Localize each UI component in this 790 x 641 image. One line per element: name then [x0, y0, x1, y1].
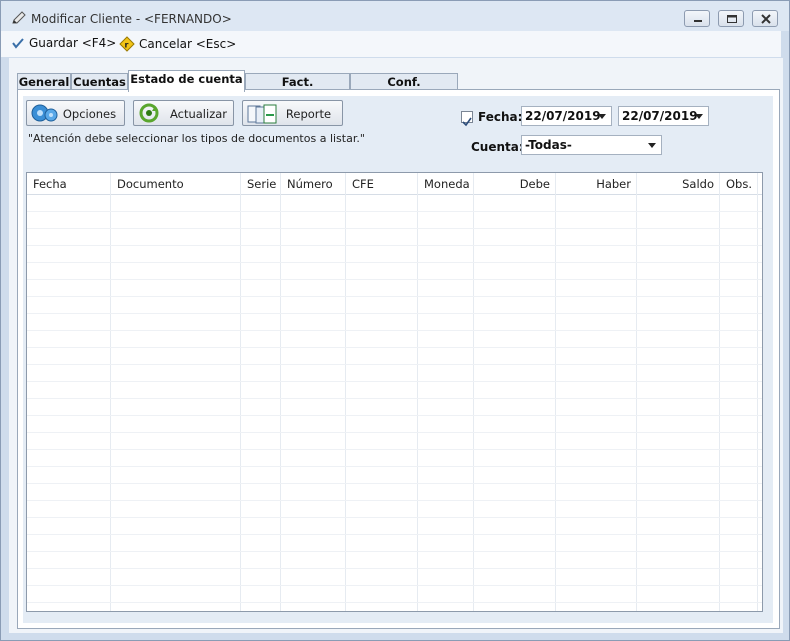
tab-general[interactable]: General — [17, 73, 71, 90]
grid-row-line — [27, 585, 762, 586]
grid-column — [111, 173, 241, 611]
grid-row-line — [27, 551, 762, 552]
svg-text:r: r — [125, 41, 129, 50]
dropdown-arrow-icon — [648, 143, 656, 148]
grid-row-line — [27, 347, 762, 348]
tab-cuentas[interactable]: Cuentas — [71, 73, 128, 90]
cancel-button[interactable]: r Cancelar <Esc> — [119, 36, 236, 52]
options-label: Opciones — [62, 107, 117, 121]
fecha-label: Fecha: — [478, 110, 523, 124]
grid-column — [241, 173, 281, 611]
tab-fact-pendientes[interactable]: Fact. Pendientes — [245, 73, 350, 105]
grid-row-line — [27, 330, 762, 331]
grid-column — [720, 173, 758, 611]
grid-row-line — [27, 211, 762, 212]
grid-column — [556, 173, 637, 611]
grid-row-line — [27, 313, 762, 314]
minimize-button[interactable] — [684, 10, 710, 27]
fecha-checkbox[interactable] — [461, 111, 473, 127]
grid-row-line — [27, 296, 762, 297]
grid-column — [281, 173, 346, 611]
grid-row-line — [27, 483, 762, 484]
report-label: Reporte — [285, 107, 332, 121]
fecha-to-value: 22/07/2019 — [622, 109, 698, 123]
refresh-label: Actualizar — [169, 107, 228, 121]
tab-estado-de-cuenta[interactable]: Estado de cuenta — [128, 70, 245, 92]
grid-column — [346, 173, 418, 611]
grid-row-line — [27, 245, 762, 246]
grid-row-line — [27, 279, 762, 280]
content-area: General Cuentas Estado de cuenta Fact. P… — [9, 58, 783, 633]
cuenta-select[interactable]: -Todas- — [521, 135, 662, 155]
maximize-button[interactable] — [718, 10, 744, 27]
dropdown-arrow-icon — [598, 114, 606, 119]
client-edit-window: Modificar Cliente - <FERNANDO> Guardar <… — [0, 0, 790, 641]
grid-row-line — [27, 568, 762, 569]
title-bar: Modificar Cliente - <FERNANDO> — [1, 1, 789, 31]
checkmark-icon — [12, 38, 24, 49]
options-button[interactable]: Opciones — [26, 100, 125, 126]
fecha-from-picker[interactable]: 22/07/2019 — [521, 106, 612, 126]
grid-row-line — [27, 398, 762, 399]
grid-column — [418, 173, 474, 611]
report-button[interactable]: Reporte — [242, 100, 343, 126]
save-button[interactable]: Guardar <F4> — [11, 36, 116, 50]
command-bar: Guardar <F4> r Cancelar <Esc> — [1, 31, 781, 57]
cuenta-label: Cuenta: — [471, 140, 524, 154]
grid-column — [637, 173, 720, 611]
grid-column — [27, 173, 111, 611]
tab-conf-electronica[interactable]: Conf. Electrónica — [350, 73, 458, 105]
fecha-from-value: 22/07/2019 — [525, 109, 601, 123]
save-label: Guardar <F4> — [29, 36, 117, 50]
dropdown-arrow-icon — [695, 114, 703, 119]
grid-row-line — [27, 466, 762, 467]
maximize-icon — [727, 15, 737, 23]
grid-row-line — [27, 517, 762, 518]
close-icon — [761, 14, 771, 24]
minimize-icon — [694, 20, 702, 22]
grid-row-line — [27, 381, 762, 382]
grid-row-line — [27, 500, 762, 501]
instruction-note: "Atención debe seleccionar los tipos de … — [28, 132, 365, 145]
grid-row-line — [27, 364, 762, 365]
grid-column — [474, 173, 556, 611]
grid-row-line — [27, 602, 762, 603]
pencil-icon — [11, 10, 27, 24]
cancel-label: Cancelar <Esc> — [139, 37, 237, 51]
grid-row-line — [27, 262, 762, 263]
grid-row-line — [27, 228, 762, 229]
grid-row-line — [27, 534, 762, 535]
grid-row-line — [27, 432, 762, 433]
grid-row-line — [27, 415, 762, 416]
cuenta-value: -Todas- — [525, 138, 572, 152]
window-title: Modificar Cliente - <FERNANDO> — [31, 12, 232, 26]
grid-row-line — [27, 449, 762, 450]
cancel-icon: r — [119, 36, 135, 52]
close-button[interactable] — [752, 10, 778, 27]
tab-panel: Opciones Actualizar Reporte "Atención de… — [17, 89, 780, 629]
estado-panel: Opciones Actualizar Reporte "Atención de… — [23, 96, 773, 623]
refresh-button[interactable]: Actualizar — [133, 100, 234, 126]
account-statement-grid[interactable]: Fecha Documento Serie Número CFE Moneda Debe Ha… — [26, 172, 763, 612]
fecha-to-picker[interactable]: 22/07/2019 — [618, 106, 709, 126]
checkbox-icon — [462, 117, 472, 127]
